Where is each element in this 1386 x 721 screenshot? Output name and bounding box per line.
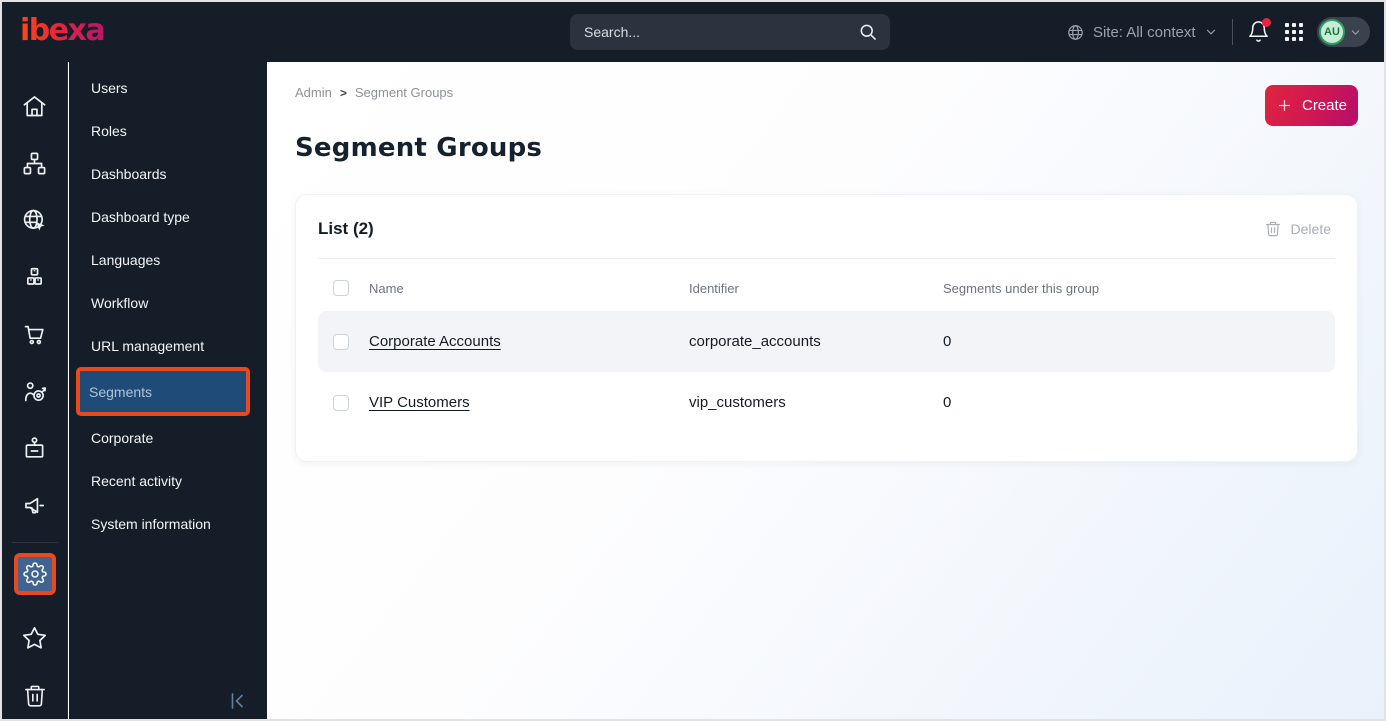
plus-icon (1278, 99, 1291, 112)
segments-count-cell: 0 (943, 333, 952, 350)
card-divider (318, 258, 1335, 259)
menu-item-label: System information (91, 515, 211, 532)
breadcrumb-item-admin[interactable]: Admin (295, 85, 332, 100)
notification-dot (1261, 18, 1271, 27)
menu-item-label: Corporate (91, 429, 154, 446)
create-button-label: Create (1301, 97, 1348, 114)
menu-item-label: Roles (91, 122, 127, 139)
menu-item-recent-activity[interactable]: Recent activity (69, 459, 267, 502)
site-context-selector[interactable]: Site: All context (1066, 23, 1218, 42)
search-input[interactable] (570, 14, 890, 50)
menu-item-label: Languages (91, 251, 161, 268)
rail-divider (11, 542, 58, 543)
menu-item-languages[interactable]: Languages (69, 238, 267, 281)
segment-group-link[interactable]: VIP Customers (369, 394, 689, 411)
table-row-vip-customers[interactable]: VIP Customers vip_customers 0 (318, 372, 1335, 433)
row-checkbox[interactable] (333, 333, 349, 350)
chevron-down-icon (1204, 25, 1218, 39)
app-grid-icon[interactable] (1284, 22, 1303, 42)
main-nav-rail (2, 62, 68, 719)
page-title: Segment Groups (295, 133, 543, 163)
top-bar: ibexa Site: All context (2, 2, 1384, 62)
table-body: Corporate Accounts corporate_accounts 0 VIP… (318, 311, 1335, 433)
table-row-corporate-accounts[interactable]: Corporate Accounts corporate_accounts 0 (318, 311, 1335, 372)
list-title: List (2) (318, 219, 374, 238)
menu-item-dashboards[interactable]: Dashboards (69, 152, 267, 195)
avatar: AU (1319, 19, 1345, 45)
topbar-controls: Site: All context AU (1066, 2, 1370, 62)
globe-icon (1066, 23, 1085, 42)
segments-count-cell: 0 (943, 394, 952, 411)
site-context-label: Site: All context (1092, 23, 1196, 41)
menu-item-workflow[interactable]: Workflow (69, 281, 267, 324)
menu-item-label: Dashboard type (91, 208, 190, 225)
delete-button[interactable]: Delete (1264, 220, 1335, 238)
nav-home-icon[interactable] (2, 78, 68, 135)
menu-item-label: Users (91, 79, 128, 96)
nav-corporate-icon[interactable] (2, 420, 68, 477)
settings-menu: Users Roles Dashboards Dashboard type Langua… (69, 62, 267, 719)
row-checkbox[interactable] (333, 394, 349, 411)
nav-campaigns-icon[interactable] (2, 477, 68, 534)
menu-item-label: URL management (91, 337, 205, 354)
menu-item-label: Workflow (91, 294, 149, 311)
segment-group-link[interactable]: Corporate Accounts (369, 333, 689, 350)
nav-personalization-icon[interactable] (2, 363, 68, 420)
breadcrumb-separator: > (339, 85, 347, 100)
menu-item-dashboard-type[interactable]: Dashboard type (69, 195, 267, 238)
nav-trash-icon[interactable] (2, 667, 68, 719)
chevron-down-icon (1351, 29, 1360, 35)
segment-groups-list-card: List (2) Delete Name Identifier Segments… (295, 194, 1358, 462)
topbar-divider (1231, 19, 1233, 45)
nav-product-catalog-icon[interactable] (2, 249, 68, 306)
nav-settings-icon[interactable] (13, 553, 56, 595)
ibexa-logo[interactable]: ibexa (20, 14, 106, 48)
nav-commerce-icon[interactable] (2, 306, 68, 363)
column-header-segments: Segments under this group (943, 280, 1100, 296)
identifier-cell: corporate_accounts (689, 333, 821, 350)
create-button[interactable]: Create (1265, 85, 1358, 126)
menu-item-label: Dashboards (91, 165, 167, 182)
column-header-identifier: Identifier (689, 280, 739, 296)
nav-content-tree-icon[interactable] (2, 135, 68, 192)
select-all-checkbox[interactable] (333, 280, 349, 296)
table-header: Name Identifier Segments under this grou… (318, 265, 1335, 311)
menu-item-label: Recent activity (91, 472, 183, 489)
menu-item-roles[interactable]: Roles (69, 109, 267, 152)
user-menu[interactable]: AU (1317, 17, 1370, 47)
menu-item-segments[interactable]: Segments (76, 367, 250, 416)
menu-item-users[interactable]: Users (69, 66, 267, 109)
menu-item-url-management[interactable]: URL management (69, 324, 267, 367)
app-window: ibexa Site: All context (0, 0, 1386, 721)
breadcrumb-item-segment-groups: Segment Groups (354, 85, 454, 100)
menu-item-system-information[interactable]: System information (69, 502, 267, 545)
menu-item-label: Segments (89, 383, 153, 400)
main-content: Admin > Segment Groups Create Segment Grou… (267, 62, 1384, 719)
notifications-button[interactable] (1247, 18, 1271, 44)
collapse-sidebar-button[interactable] (225, 689, 249, 713)
search-icon[interactable] (858, 22, 878, 42)
menu-item-corporate[interactable]: Corporate (69, 416, 267, 459)
identifier-cell: vip_customers (689, 394, 786, 411)
nav-site-icon[interactable] (2, 192, 68, 249)
global-search (570, 14, 890, 50)
trash-icon (1265, 221, 1280, 237)
column-header-name: Name (369, 280, 404, 296)
breadcrumb: Admin > Segment Groups (295, 85, 1358, 100)
nav-bookmarks-icon[interactable] (2, 610, 68, 667)
delete-button-label: Delete (1290, 221, 1331, 237)
